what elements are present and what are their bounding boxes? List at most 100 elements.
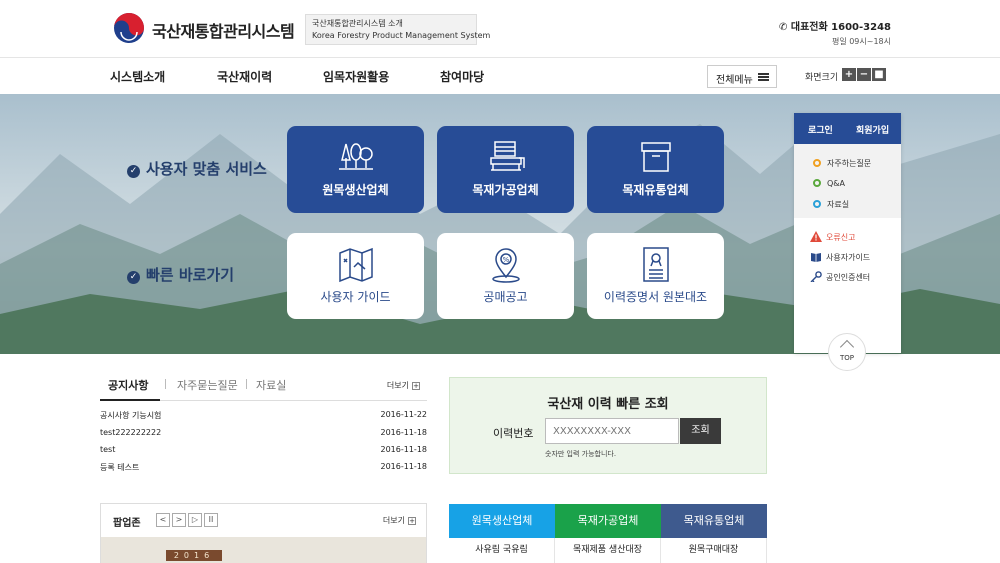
site-name[interactable]: 국산재통합관리시스템 bbox=[152, 18, 295, 42]
user-guide-link[interactable]: 사용자가이드 bbox=[810, 251, 870, 263]
tile-wood-distributor[interactable]: 목재유통업체 bbox=[587, 126, 724, 213]
search-button[interactable]: 조회 bbox=[680, 418, 721, 444]
plus-icon: + bbox=[412, 382, 420, 390]
nav-system-intro[interactable]: 시스템소개 bbox=[110, 68, 165, 85]
quick-search-title: 국산재 이력 빠른 조회 bbox=[547, 397, 669, 412]
notice-row[interactable]: 등록 테스트 2016-11-18 bbox=[100, 462, 427, 476]
input-hint: 숫자만 입력 가능합니다. bbox=[545, 450, 617, 458]
intro-english-title: Korea Forestry Product Management System bbox=[312, 31, 491, 40]
history-number-label: 이력번호 bbox=[493, 427, 534, 440]
history-number-input[interactable] bbox=[545, 418, 679, 444]
industry-sub-link[interactable]: 목재제품 생산대장 bbox=[555, 538, 661, 563]
tile-user-guide[interactable]: 사용자 가이드 bbox=[287, 233, 424, 319]
notice-row[interactable]: test222222222 2016-11-18 bbox=[100, 428, 427, 442]
tile-wood-processor[interactable]: 목재가공업체 bbox=[437, 126, 574, 213]
notice-row[interactable]: 공시사항 기능시험 2016-11-22 bbox=[100, 410, 427, 424]
system-intro-box[interactable]: 국산재통합관리시스템 소개 Korea Forestry Product Man… bbox=[305, 14, 491, 45]
tile-log-producer[interactable]: 원목생산업체 bbox=[287, 126, 424, 213]
key-icon bbox=[810, 271, 822, 283]
tile-label: 목재가공업체 bbox=[472, 183, 539, 197]
quick-link-label: ✓ 빠른 바로가기 bbox=[127, 264, 234, 285]
nav-timber-history[interactable]: 국산재이력 bbox=[217, 68, 272, 85]
popup-zone: 팝업존 < > ▷ II 더보기 + 2016 bbox=[100, 503, 427, 563]
circle-icon bbox=[813, 200, 821, 208]
tile-certificate-verify[interactable]: 이력증명서 원본대조 bbox=[587, 233, 724, 319]
popup-prev-button[interactable]: < bbox=[156, 513, 170, 527]
nav-participation[interactable]: 참여마당 bbox=[440, 68, 484, 85]
notice-more-link[interactable]: 더보기 + bbox=[387, 380, 420, 391]
all-menu-label: 전체메뉴 bbox=[716, 75, 753, 86]
industry-tab-wood-processor[interactable]: 목재가공업체 bbox=[555, 504, 661, 538]
tab-faq[interactable]: 자주묻는질문 bbox=[177, 377, 238, 393]
login-link[interactable]: 로그인 bbox=[808, 123, 833, 136]
tab-divider bbox=[165, 379, 166, 389]
tile-public-auction[interactable]: % 공매공고 bbox=[437, 233, 574, 319]
error-report-link[interactable]: 오류신고 bbox=[810, 231, 855, 243]
tab-library[interactable]: 자료실 bbox=[256, 377, 286, 393]
phone-icon: ✆ bbox=[779, 22, 791, 33]
tab-divider bbox=[246, 379, 247, 389]
side-account-bar: 로그인 회원가입 bbox=[794, 113, 901, 144]
government-logo-icon[interactable] bbox=[113, 12, 145, 44]
tile-label: 공매공고 bbox=[483, 290, 528, 304]
scroll-top-button[interactable]: TOP bbox=[828, 333, 866, 371]
hamburger-icon bbox=[758, 73, 769, 81]
check-circle-icon: ✓ bbox=[127, 165, 140, 178]
popup-more-link[interactable]: 더보기 + bbox=[383, 515, 416, 526]
phone-info: ✆ 대표전화 1600-3248 평일 09시~18시 bbox=[779, 18, 891, 47]
trees-icon bbox=[338, 143, 373, 170]
intro-title: 국산재통합관리시스템 소개 bbox=[312, 19, 403, 28]
chevron-up-icon bbox=[839, 339, 855, 355]
tab-notice[interactable]: 공지사항 bbox=[108, 377, 148, 393]
custom-service-label: ✓ 사용자 맞춤 서비스 bbox=[127, 158, 267, 179]
plus-icon: + bbox=[408, 517, 416, 525]
font-reset-button[interactable]: ■ bbox=[872, 68, 886, 81]
signup-link[interactable]: 회원가입 bbox=[856, 123, 889, 136]
industry-tab-wood-distributor[interactable]: 목재유통업체 bbox=[661, 504, 767, 538]
svg-text:%: % bbox=[502, 256, 509, 264]
location-pin-icon: % bbox=[491, 248, 520, 283]
book-icon bbox=[811, 253, 821, 262]
tile-label: 목재유통업체 bbox=[622, 183, 689, 197]
circle-icon bbox=[813, 159, 821, 167]
warning-icon bbox=[810, 231, 822, 242]
check-circle-icon: ✓ bbox=[127, 271, 140, 284]
notice-row[interactable]: test 2016-11-18 bbox=[100, 445, 427, 459]
box-icon bbox=[640, 142, 671, 172]
top-label: TOP bbox=[839, 354, 854, 362]
popup-banner-image[interactable]: 2016 bbox=[101, 537, 426, 563]
popup-play-button[interactable]: ▷ bbox=[188, 513, 202, 527]
quick-history-search: 국산재 이력 빠른 조회 이력번호 조회 숫자만 입력 가능합니다. bbox=[449, 377, 767, 474]
popup-pause-button[interactable]: II bbox=[204, 513, 218, 527]
cert-center-link[interactable]: 공인인증센터 bbox=[810, 271, 870, 283]
qna-link[interactable]: Q&A bbox=[813, 179, 845, 188]
notice-tabs: 공지사항 자주묻는질문 자료실 더보기 + bbox=[100, 375, 427, 401]
font-decrease-button[interactable]: − bbox=[857, 68, 871, 81]
all-menu-button[interactable]: 전체메뉴 bbox=[707, 65, 777, 88]
nav-forest-resources[interactable]: 임목자원활용 bbox=[323, 68, 389, 85]
sawmill-icon bbox=[489, 141, 525, 171]
phone-number: 대표전화 1600-3248 bbox=[790, 22, 891, 33]
side-quick-panel: 로그인 회원가입 자주하는질문 Q&A 자료실 오류신고 사용자가이드 공인인증… bbox=[794, 113, 901, 353]
main-nav: 시스템소개 국산재이력 임목자원활용 참여마당 전체메뉴 화면크기 + − ■ bbox=[0, 57, 1000, 94]
circle-icon bbox=[813, 179, 821, 187]
font-increase-button[interactable]: + bbox=[842, 68, 856, 81]
industry-sub-link[interactable]: 사유림 국유림 bbox=[449, 538, 555, 563]
library-link[interactable]: 자료실 bbox=[813, 199, 849, 210]
popup-year: 2016 bbox=[166, 550, 222, 561]
popup-zone-title: 팝업존 bbox=[113, 518, 141, 529]
font-size-label: 화면크기 bbox=[805, 73, 839, 83]
certificate-icon bbox=[642, 247, 669, 282]
faq-link[interactable]: 자주하는질문 bbox=[813, 158, 871, 169]
popup-next-button[interactable]: > bbox=[172, 513, 186, 527]
industry-tab-log-producer[interactable]: 원목생산업체 bbox=[449, 504, 555, 538]
active-tab-indicator bbox=[100, 399, 160, 401]
business-hours: 평일 09시~18시 bbox=[831, 37, 891, 46]
header: 국산재통합관리시스템 국산재통합관리시스템 소개 Korea Forestry … bbox=[0, 0, 1000, 57]
tile-label: 이력증명서 원본대조 bbox=[603, 290, 708, 304]
map-icon bbox=[338, 247, 373, 283]
tile-label: 사용자 가이드 bbox=[320, 290, 391, 304]
tile-label: 원목생산업체 bbox=[322, 183, 389, 197]
industry-sub-link[interactable]: 원목구매대장 bbox=[661, 538, 767, 563]
side-help-section: 자주하는질문 Q&A 자료실 bbox=[794, 144, 901, 218]
